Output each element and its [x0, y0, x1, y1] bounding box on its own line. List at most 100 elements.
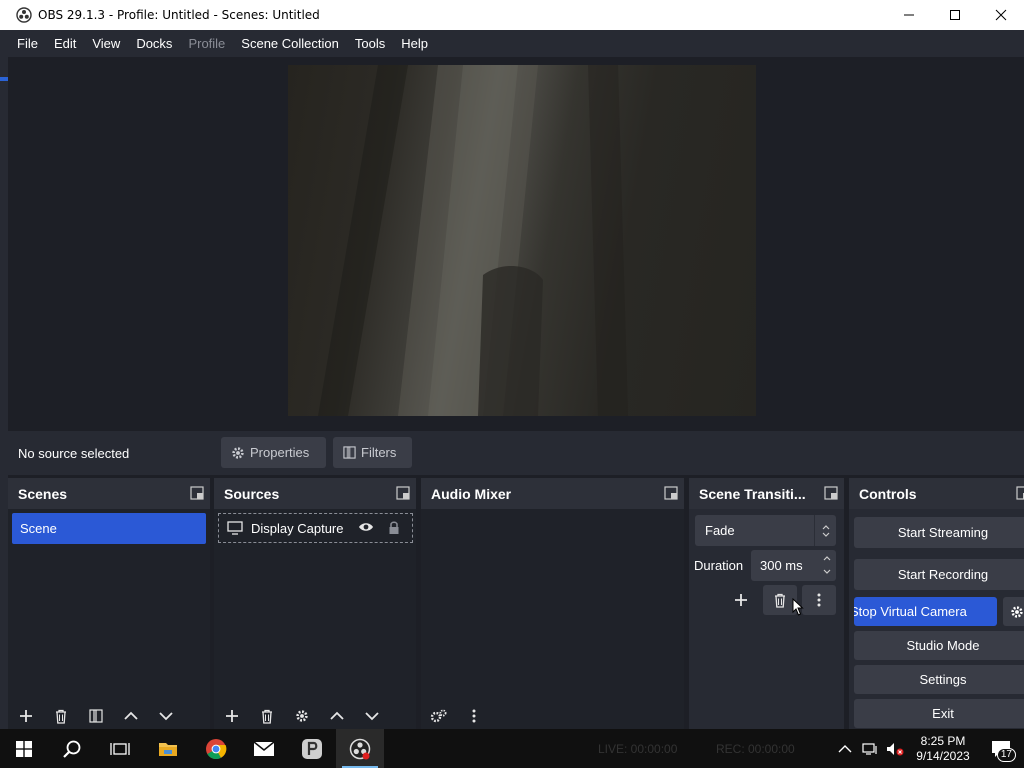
- start-streaming-button[interactable]: Start Streaming: [854, 517, 1024, 548]
- stop-virtual-camera-button[interactable]: Stop Virtual Camera: [854, 597, 997, 626]
- volume-muted-icon[interactable]: [886, 742, 904, 756]
- plus-icon: [19, 710, 32, 722]
- notification-count-badge: 17: [996, 748, 1016, 762]
- maximize-button[interactable]: [932, 0, 978, 30]
- source-item[interactable]: Display Capture: [218, 513, 413, 543]
- menu-scene-collection[interactable]: Scene Collection: [233, 36, 347, 51]
- notifications-button[interactable]: 17: [978, 729, 1024, 768]
- move-source-up-button[interactable]: [319, 703, 354, 729]
- virtual-camera-settings-button[interactable]: [1003, 597, 1024, 626]
- filters-icon: [88, 709, 103, 723]
- transition-menu-button[interactable]: [802, 585, 836, 615]
- audio-menu-button[interactable]: [456, 703, 491, 729]
- search-button[interactable]: [48, 729, 96, 768]
- spin-arrows-icon[interactable]: [822, 553, 832, 577]
- network-icon[interactable]: [862, 742, 878, 756]
- scene-filters-button[interactable]: [78, 703, 113, 729]
- visibility-eye-icon[interactable]: [358, 521, 374, 533]
- preview-canvas[interactable]: [288, 65, 756, 416]
- exit-button[interactable]: Exit: [854, 699, 1024, 728]
- sources-dock: Sources Display Capture: [214, 478, 416, 729]
- close-icon: [995, 9, 1007, 21]
- search-icon: [63, 740, 81, 758]
- mouse-cursor-icon: [792, 598, 804, 616]
- settings-button[interactable]: Settings: [854, 665, 1024, 694]
- scene-transitions-dock: Scene Transiti... Fade Duration 300 ms: [689, 478, 844, 729]
- float-dock-icon[interactable]: [1016, 486, 1024, 500]
- transitions-body: Fade Duration 300 ms: [689, 509, 844, 729]
- clock-time: 8:25 PM: [920, 733, 966, 748]
- file-explorer-button[interactable]: [144, 729, 192, 768]
- advanced-audio-button[interactable]: [421, 703, 456, 729]
- close-button[interactable]: [978, 0, 1024, 30]
- chrome-button[interactable]: [192, 729, 240, 768]
- controls-title: Controls: [859, 485, 917, 502]
- menu-docks[interactable]: Docks: [128, 36, 180, 51]
- float-dock-icon[interactable]: [190, 486, 204, 500]
- move-scene-up-button[interactable]: [113, 703, 148, 729]
- menu-tools[interactable]: Tools: [347, 36, 393, 51]
- duration-label: Duration: [694, 558, 744, 573]
- transition-select[interactable]: Fade: [695, 515, 836, 546]
- start-recording-button[interactable]: Start Recording: [854, 559, 1024, 590]
- controls-body: Start Streaming Start Recording Stop Vir…: [849, 509, 1024, 729]
- plus-icon: [735, 594, 747, 606]
- duration-spinbox[interactable]: 300 ms: [751, 550, 836, 581]
- more-vertical-icon: [472, 709, 475, 723]
- float-dock-icon[interactable]: [824, 486, 838, 500]
- monitor-icon: [227, 521, 243, 535]
- chevron-down-icon: [364, 712, 379, 721]
- gear-icon: [295, 710, 308, 722]
- more-vertical-icon: [817, 593, 821, 607]
- properties-button[interactable]: Properties: [221, 437, 326, 468]
- windows-logo-icon: [16, 740, 32, 757]
- filters-button[interactable]: Filters: [333, 437, 412, 468]
- obs-logo-icon: [16, 7, 32, 23]
- float-dock-icon[interactable]: [396, 486, 410, 500]
- move-scene-down-button[interactable]: [148, 703, 183, 729]
- menu-view[interactable]: View: [84, 36, 128, 51]
- minimize-button[interactable]: [886, 0, 932, 30]
- remove-scene-button[interactable]: [43, 703, 78, 729]
- add-source-button[interactable]: [214, 703, 249, 729]
- gear-icon: [231, 446, 245, 460]
- start-button[interactable]: [0, 729, 48, 768]
- float-dock-icon[interactable]: [664, 486, 678, 500]
- menu-edit[interactable]: Edit: [46, 36, 84, 51]
- plus-icon: [225, 710, 238, 722]
- trash-icon: [55, 709, 66, 724]
- task-view-icon: [110, 742, 130, 755]
- obs-taskbar-button[interactable]: [336, 729, 384, 768]
- task-view-button[interactable]: [96, 729, 144, 768]
- scenes-list: Scene: [8, 509, 210, 729]
- source-properties-button[interactable]: [284, 703, 319, 729]
- menu-help[interactable]: Help: [393, 36, 436, 51]
- rec-status: REC: 00:00:00: [716, 742, 795, 756]
- mail-icon: [253, 740, 275, 756]
- obs-logo-icon: [349, 738, 371, 759]
- menu-file[interactable]: File: [9, 36, 46, 51]
- menu-profile[interactable]: Profile: [180, 36, 233, 51]
- sources-title: Sources: [224, 485, 280, 502]
- scene-item[interactable]: Scene: [12, 513, 206, 544]
- chevron-up-icon: [329, 711, 344, 720]
- add-scene-button[interactable]: [8, 703, 43, 729]
- lock-icon[interactable]: [388, 520, 400, 535]
- chrome-icon: [206, 738, 227, 759]
- system-tray: 8:25 PM 9/14/2023 17: [838, 729, 1024, 768]
- filters-label: Filters: [361, 445, 397, 460]
- sources-list: Display Capture: [214, 509, 416, 729]
- preview-image: [318, 65, 628, 416]
- clock[interactable]: 8:25 PM 9/14/2023: [908, 734, 978, 764]
- add-transition-button[interactable]: [724, 585, 758, 615]
- move-source-down-button[interactable]: [354, 703, 389, 729]
- window-title: OBS 29.1.3 - Profile: Untitled - Scenes:…: [38, 8, 320, 22]
- studio-mode-button[interactable]: Studio Mode: [854, 631, 1024, 660]
- trash-icon: [775, 593, 785, 608]
- remove-source-button[interactable]: [249, 703, 284, 729]
- scenes-dock: Scenes Scene: [8, 478, 210, 729]
- app-p-button[interactable]: [288, 729, 336, 768]
- chevron-up-icon[interactable]: [838, 744, 852, 754]
- p-app-icon: [302, 738, 322, 759]
- mail-button[interactable]: [240, 729, 288, 768]
